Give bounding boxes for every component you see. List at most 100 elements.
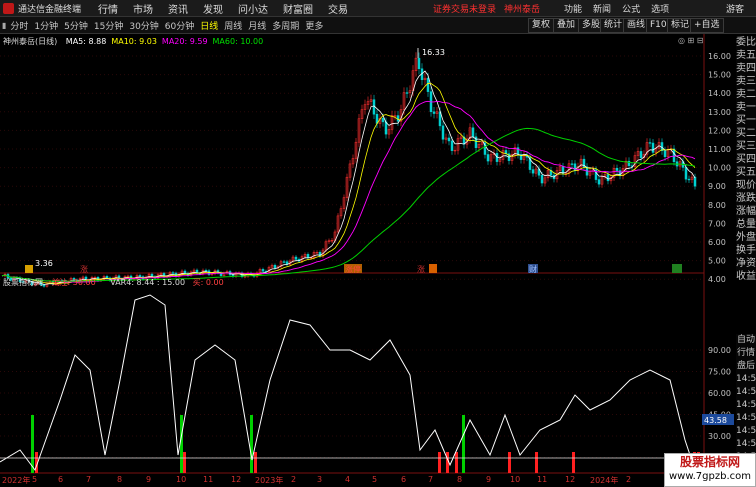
candle-body [381,118,385,123]
quote-panel[interactable]: 委比 卖五 卖四 卖三 卖二 卖一 买一 买二 买三 买四 买五 现价 涨跌 涨幅 总量 外盘 换手 净资 收益 [736,36,756,282]
side-item[interactable]: 换手 [736,244,756,257]
candle-body [648,142,652,144]
side-item[interactable]: 14:50 [736,412,756,425]
side-item[interactable]: 收益 [736,270,756,283]
signal-bar [250,415,253,473]
current-value: 43.58 [704,416,727,425]
candles [3,52,697,288]
date-tick: 3 [317,475,323,484]
price-tick: 11.00 [708,145,731,154]
indicator-tick: 90.00 [708,346,731,355]
high-label: 16.33 [422,48,445,57]
indicator-axis: 90.0075.0060.0045.0030.0015.00 [708,346,731,463]
event-marker-3[interactable] [672,264,682,273]
signal-bar [183,452,186,473]
kline-chart[interactable]: 16.33 3.36 涨 涨停 涨 财 16.00 15.00 14.00 13.00… [0,0,756,487]
main-legend: 神州泰岳(日线) MA5: 8.88 MA10: 9.03 MA20: 9.59 MA… [3,36,268,47]
event-up-2[interactable]: 涨 [417,264,425,274]
date-tick: 6 [401,475,407,484]
side-item[interactable]: 涨跌 [736,192,756,205]
side-item[interactable]: 委比 [736,36,756,49]
signal-bars [31,415,700,473]
oscillator-line [0,294,696,472]
date-tick: 10 [510,475,521,484]
price-tick: 10.00 [708,164,731,173]
date-tick: 5 [372,475,378,484]
side-item[interactable]: 买二 [736,127,756,140]
side-item[interactable]: 卖三 [736,75,756,88]
candle-body [171,272,175,274]
indicator-legend: 股票指标网 关注: 30.00 VAR4: 8.44 : 15.00 买: 0.… [3,277,224,288]
price-axis: 16.00 15.00 14.00 13.00 12.00 11.00 10.00 9.00 8… [708,52,731,284]
event-limit-up-label[interactable]: 涨停 [345,264,361,274]
signal-bar [254,452,257,473]
event-marker[interactable] [25,265,33,273]
candle-body [639,151,643,158]
candle-body [405,92,409,94]
side-item[interactable]: 卖四 [736,62,756,75]
date-tick: 2 [291,475,297,484]
side-item[interactable]: 总量 [736,218,756,231]
price-tick: 4.00 [708,275,726,284]
ma-legend: MA5: 8.88 MA10: 9.03 MA20: 9.59 MA60: 10.00 [66,37,268,46]
candle-body [441,125,445,140]
date-tick: 2 [626,475,632,484]
side-item[interactable]: 卖一 [736,101,756,114]
panel-controls[interactable]: ◎ ⊞ ⊟ [678,36,703,45]
date-tick: 2024年 [590,476,619,485]
date-tick: 7 [428,475,434,484]
indicator-v1: 关注: 30.00 [51,278,96,287]
side-item[interactable]: 14:50 [736,386,756,399]
side-item[interactable]: 涨幅 [736,205,756,218]
indicator-v3: 买: 0.00 [192,278,224,287]
date-tick: 8 [117,475,123,484]
side-item[interactable]: 卖五 [736,49,756,62]
side-item[interactable]: 买四 [736,153,756,166]
date-tick: 2023年 [255,476,284,485]
price-tick: 8.00 [708,201,726,210]
candle-body [687,178,691,181]
watermark-url: www.7gpzb.com [669,471,751,482]
ma-legend-item: MA10: 9.03 [111,37,157,46]
side-item[interactable]: 外盘 [736,231,756,244]
candle-body [447,137,451,142]
date-tick: 10 [176,475,187,484]
date-tick: 4 [345,475,351,484]
signal-bar [462,415,465,473]
price-tick: 15.00 [708,71,731,80]
side-item[interactable]: 14:50 [736,425,756,438]
side-item[interactable]: 买一 [736,114,756,127]
side-item[interactable]: 14:50 [736,373,756,386]
candle-body [540,174,544,184]
watermark-logo: 股票指标网 www.7gpzb.com [664,453,756,487]
candle-body [651,142,655,153]
price-tick: 7.00 [708,219,726,228]
side-item[interactable]: 买三 [736,140,756,153]
side-item[interactable]: 净资 [736,257,756,270]
event-marker-2[interactable] [429,264,437,273]
side-item[interactable]: 现价 [736,179,756,192]
date-tick: 6 [58,475,64,484]
candle-body [486,154,490,162]
date-tick: 2022年 [2,476,31,485]
side-item[interactable]: 14:50 [736,399,756,412]
side-item[interactable]: 行情 [736,347,756,360]
date-tick: 8 [457,475,463,484]
candle-body [426,77,430,92]
side-item[interactable]: 自动 [736,334,756,347]
side-item[interactable]: 14:50 [736,438,756,451]
indicator-label: 股票指标网 [3,278,43,287]
event-finance-label[interactable]: 财 [529,264,537,274]
candle-body [618,170,622,176]
price-tick: 13.00 [708,108,731,117]
signal-bar [572,452,575,473]
candle-body [597,179,601,185]
ma-legend-item: MA60: 10.00 [212,37,264,46]
low-label: 3.36 [35,259,53,268]
side-item[interactable]: 买五 [736,166,756,179]
candle-body [693,176,697,187]
candle-body [615,167,619,171]
event-up-1[interactable]: 涨 [80,264,88,274]
side-item[interactable]: 盘后 [736,360,756,373]
side-item[interactable]: 卖二 [736,88,756,101]
